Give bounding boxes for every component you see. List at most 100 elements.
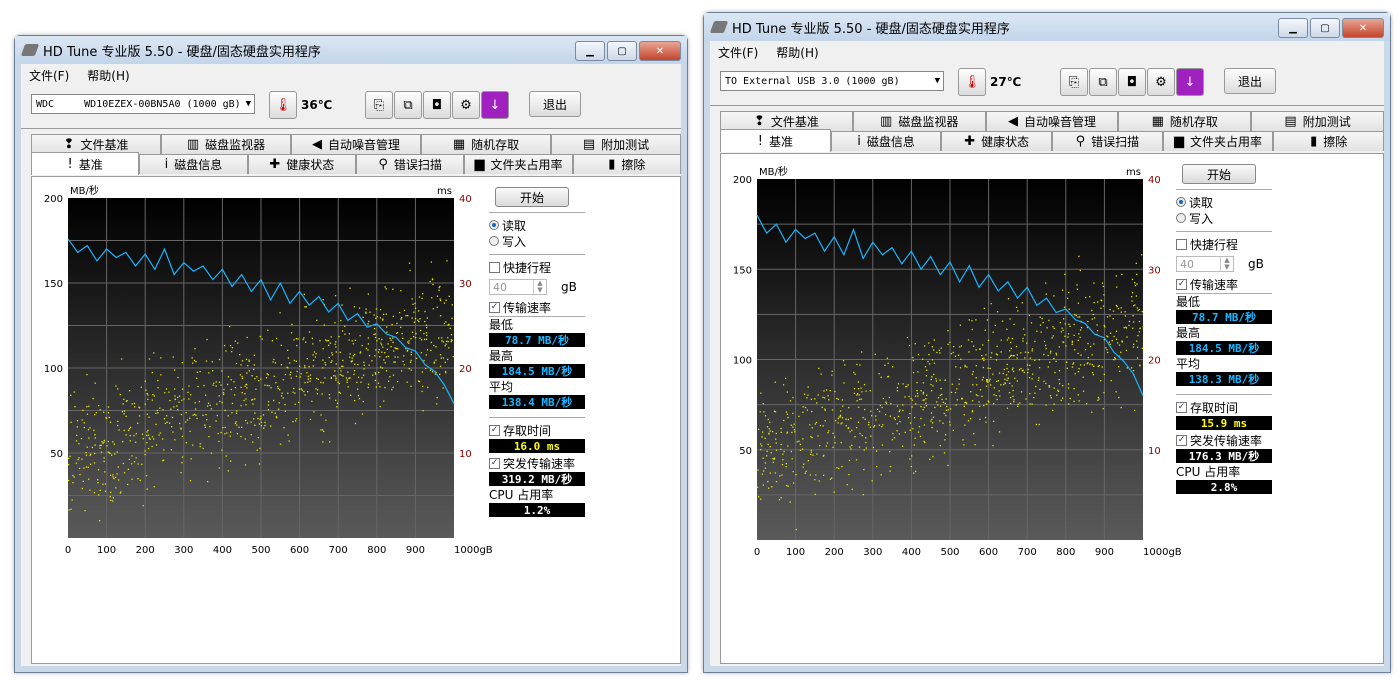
exit-button[interactable]: 退出 <box>529 91 581 117</box>
access-time-checkbox[interactable]: ✓ 存取时间 <box>489 422 585 438</box>
access-time-point <box>916 392 919 395</box>
access-time-point <box>896 423 898 425</box>
tab-speaker[interactable]: ◀ 自动噪音管理 <box>291 134 421 154</box>
access-time-point <box>254 424 256 426</box>
access-time-point <box>793 423 795 425</box>
tab-file-benchmark[interactable]: ❢ 文件基准 <box>31 134 161 154</box>
menu-help[interactable]: 帮助(H) <box>87 67 129 84</box>
minimize-button[interactable]: ▁ <box>1278 18 1308 38</box>
menu-file[interactable]: 文件(F) <box>718 44 758 61</box>
minimize-button[interactable]: ▁ <box>575 41 605 61</box>
access-time-point <box>802 411 804 413</box>
tab-extra-tests[interactable]: ▤ 附加测试 <box>551 134 681 154</box>
radio-icon <box>1176 213 1186 223</box>
tab-speaker[interactable]: ◀ 自动噪音管理 <box>985 111 1119 131</box>
burst-rate-checkbox[interactable]: ✓ 突发传输速率 <box>1176 432 1272 448</box>
tab-magnifier[interactable]: ⚲ 错误扫描 <box>355 154 465 174</box>
tab-random-access[interactable]: ▦ 随机存取 <box>421 134 551 154</box>
tab-exclamation[interactable]: ! 基准 <box>31 152 140 175</box>
access-time-point <box>252 441 254 443</box>
title-bar[interactable]: HD Tune 专业版 5.50 - 硬盘/固态硬盘实用程序 ▁ ▢ ✕ <box>704 13 1390 41</box>
access-time-point <box>954 391 957 394</box>
close-button[interactable]: ✕ <box>1342 18 1384 38</box>
camera-icon[interactable]: ◘ <box>1118 68 1146 96</box>
tab-extra-tests[interactable]: ▤ 附加测试 <box>1251 111 1384 131</box>
copy-all-icon[interactable]: ⧉ <box>394 91 422 119</box>
tab-disk-monitor[interactable]: ▥ 磁盘监视器 <box>852 111 986 131</box>
maximize-button[interactable]: ▢ <box>1310 18 1340 38</box>
menu-help[interactable]: 帮助(H) <box>776 44 818 61</box>
spin-arrows-icon[interactable]: ▲ ▼ <box>1220 257 1233 271</box>
access-time-point <box>100 451 103 453</box>
access-time-point <box>224 433 226 435</box>
tab-info[interactable]: i 磁盘信息 <box>139 154 248 174</box>
access-time-point <box>799 443 801 446</box>
title-bar[interactable]: HD Tune 专业版 5.50 - 硬盘/固态硬盘实用程序 ▁ ▢ ✕ <box>15 36 687 64</box>
short-stroke-stepper[interactable]: 40 ▲ ▼ <box>489 279 547 295</box>
drive-select[interactable]: TO External USB 3.0 (1000 gB) ▼ <box>720 71 944 91</box>
options-icon[interactable]: ⚙ <box>452 91 480 119</box>
drive-select[interactable]: WDC WD10EZEX-00BN5A0 (1000 gB) ▼ <box>31 94 255 114</box>
access-time-point <box>384 286 386 288</box>
short-stroke-checkbox[interactable]: 快捷行程 <box>489 259 585 275</box>
access-time-point <box>381 367 384 369</box>
access-time-point <box>841 417 844 419</box>
tab-info[interactable]: i 磁盘信息 <box>830 131 942 151</box>
tab-magnifier[interactable]: ⚲ 错误扫描 <box>1052 131 1163 151</box>
access-time-point <box>1015 345 1018 348</box>
options-icon[interactable]: ⚙ <box>1147 68 1175 96</box>
access-time-point <box>975 365 977 367</box>
tab-file-benchmark[interactable]: ❢ 文件基准 <box>720 111 853 131</box>
menu-file[interactable]: 文件(F) <box>29 67 69 84</box>
close-button[interactable]: ✕ <box>639 41 681 61</box>
access-time-point <box>152 393 154 396</box>
read-radio[interactable]: 读取 <box>1176 194 1272 210</box>
short-stroke-stepper[interactable]: 40 ▲ ▼ <box>1176 256 1234 272</box>
access-time-point <box>206 419 208 421</box>
maximize-button[interactable]: ▢ <box>607 41 637 61</box>
transfer-rate-checkbox[interactable]: ✓ 传输速率 <box>489 299 585 315</box>
copy-icon[interactable]: ⎘ <box>1060 68 1088 96</box>
access-time-checkbox[interactable]: ✓ 存取时间 <box>1176 399 1272 415</box>
spin-arrows-icon[interactable]: ▲ ▼ <box>533 280 546 294</box>
access-time-point <box>827 395 829 397</box>
tab-exclamation[interactable]: ! 基准 <box>720 129 831 152</box>
camera-icon[interactable]: ◘ <box>423 91 451 119</box>
save-down-icon[interactable]: ↓ <box>1176 68 1204 96</box>
write-radio[interactable]: 写入 <box>489 233 585 249</box>
access-time-point <box>939 379 941 381</box>
copy-all-icon[interactable]: ⧉ <box>1089 68 1117 96</box>
access-time-point <box>786 431 789 433</box>
start-button[interactable]: 开始 <box>1182 164 1256 184</box>
access-time-point <box>452 355 454 358</box>
access-time-point <box>277 386 279 388</box>
access-time-point <box>392 341 394 344</box>
access-time-point <box>374 333 377 335</box>
burst-rate-checkbox[interactable]: ✓ 突发传输速率 <box>489 455 585 471</box>
access-time-point <box>1018 369 1021 371</box>
save-down-icon[interactable]: ↓ <box>481 91 509 119</box>
read-radio[interactable]: 读取 <box>489 217 585 233</box>
tab-disk-monitor[interactable]: ▥ 磁盘监视器 <box>161 134 291 154</box>
access-time-point <box>863 449 865 451</box>
access-time-point <box>854 373 856 375</box>
transfer-rate-checkbox[interactable]: ✓ 传输速率 <box>1176 276 1272 292</box>
start-button[interactable]: 开始 <box>495 187 569 207</box>
tab-health-cross[interactable]: ✚ 健康状态 <box>247 154 356 174</box>
tab-random-access[interactable]: ▦ 随机存取 <box>1118 111 1252 131</box>
min-value: 78.7 MB/秒 <box>489 333 585 347</box>
access-time-point <box>135 433 137 435</box>
tab-folder[interactable]: ▆ 文件夹占用率 <box>464 154 573 174</box>
short-stroke-checkbox[interactable]: 快捷行程 <box>1176 236 1272 252</box>
access-time-point <box>433 344 435 347</box>
tab-folder[interactable]: ▆ 文件夹占用率 <box>1162 131 1274 151</box>
access-time-point <box>1079 269 1082 272</box>
write-radio[interactable]: 写入 <box>1176 210 1272 226</box>
tab-trash[interactable]: ▮ 擦除 <box>572 154 681 174</box>
exit-button[interactable]: 退出 <box>1224 68 1276 94</box>
tab-trash[interactable]: ▮ 擦除 <box>1273 131 1385 151</box>
tab-health-cross[interactable]: ✚ 健康状态 <box>941 131 1053 151</box>
copy-icon[interactable]: ⎘ <box>365 91 393 119</box>
access-time-point <box>151 399 153 401</box>
access-time-point <box>1061 397 1064 399</box>
